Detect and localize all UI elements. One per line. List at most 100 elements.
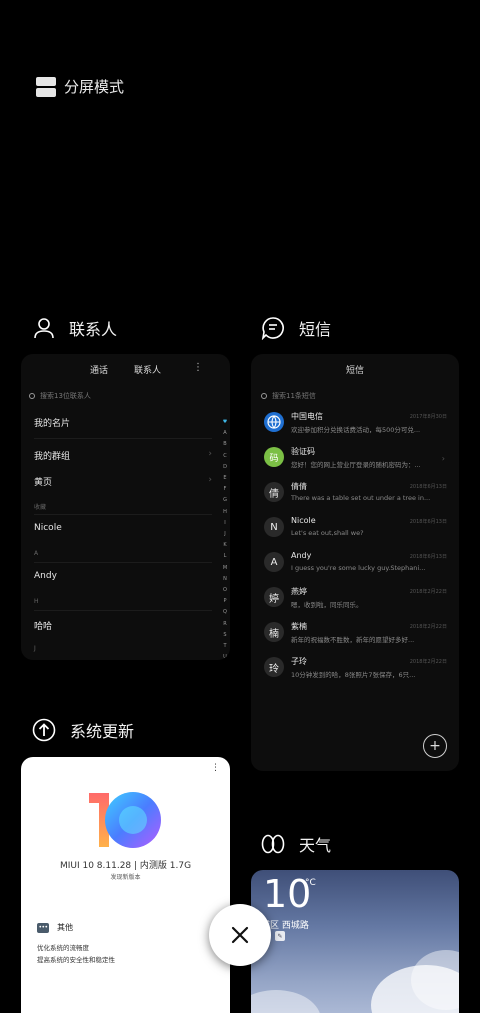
index-letter[interactable]: C [223,451,227,462]
message-sender: 倩倩 [291,482,307,491]
message-row[interactable]: 婷燕婷 2018年2月22日 嗯，收到啦，同乐同乐。 [251,584,459,618]
sms-title: 短信 [345,365,364,376]
divider [34,610,212,611]
search-icon [29,393,35,399]
message-row[interactable]: 码验证码 您好！您的网上营业厅登录的随机密码为：... › [251,444,459,478]
contact-row[interactable]: 哈哈 [34,619,52,632]
edit-pencil-icon[interactable]: ✎ [275,931,285,941]
ellipsis-icon: ••• [37,922,49,933]
split-screen-icon [36,76,56,97]
index-letter[interactable]: M [223,563,227,574]
weather-app-card[interactable]: 10 °C 城区 西城路 ✎ [251,870,459,1013]
index-letter[interactable]: J [224,529,225,540]
split-screen-button[interactable]: 分屏模式 [36,76,124,97]
message-row[interactable]: 中国电信 2017年8月30日 欢迎参加积分兑换话费活动，每500分可兑... [251,409,459,443]
split-screen-label: 分屏模式 [64,78,125,96]
avatar: 玲 [264,657,284,677]
close-x-icon [231,926,249,944]
sms-search-placeholder: 搜索11条短信 [272,392,316,400]
weather-infinity-icon [261,834,285,854]
message-preview: 10分钟发到的哈，8张照片7张保存，6只... [291,671,416,679]
index-letter[interactable]: E [223,473,226,484]
divider [34,562,212,563]
favorite-heart-icon[interactable]: ♥ [223,417,227,428]
section-saved: 收藏 [34,504,47,511]
tab-calls[interactable]: 通话 [90,363,108,376]
contacts-search-input[interactable]: 搜索13位联系人 [29,386,222,406]
index-letter[interactable]: A [223,428,226,439]
index-letter[interactable]: H [223,507,227,518]
update-app-name: 系统更新 [70,722,135,741]
section-letter: A [34,550,39,557]
person-icon [34,318,54,339]
index-letter[interactable]: G [223,495,227,506]
index-letter[interactable]: O [223,585,227,596]
section-letter: H [34,598,39,605]
message-bubble-icon [261,317,284,340]
divider [34,438,212,439]
message-time: 2018年2月22日 [409,624,447,630]
sms-app-card[interactable]: 短信 搜索11条短信 中国电信 2017年8月30日 欢迎参加积分兑换话费活动，每5… [251,354,459,771]
cloud-shape [251,990,321,1013]
contacts-app-card[interactable]: 通话 联系人 ⋮ 搜索13位联系人 我的名片 我的群组 › 黄页 › 收藏 Ni… [21,354,230,660]
section-letter: J [34,645,36,652]
sms-search-input[interactable]: 搜索11条短信 [261,386,449,406]
update-app-header[interactable]: 系统更新 [32,718,134,742]
index-letter[interactable]: I [224,518,225,529]
close-all-button[interactable] [209,904,271,966]
contacts-app-header[interactable]: 联系人 [33,316,117,340]
index-letter[interactable]: T [223,641,226,652]
globe-avatar-icon [264,412,284,432]
message-row[interactable]: 倩倩倩 2018年6月13日 There was a table set out u… [251,479,459,513]
contact-row[interactable]: Nicole [34,523,62,533]
miui-10-logo [89,792,161,848]
index-letter[interactable]: B [223,439,226,450]
index-letter[interactable]: D [223,462,227,473]
index-letter[interactable]: L [224,551,227,562]
weather-app-name: 天气 [299,836,332,855]
update-app-card[interactable]: ⋮ MIUI 10 8.11.28 | 内测版 1.7G 发现新版本 ••• 其… [21,757,230,1013]
update-change-item: 提高系统的安全性和稳定性 [37,956,115,964]
message-row[interactable]: 楠紫楠 2018年2月22日 新年的祝福数不胜数，新年的愿望好多好... [251,619,459,653]
search-icon [261,393,267,399]
more-menu-icon[interactable]: ⋮ [211,763,220,773]
tab-contacts[interactable]: 联系人 [134,363,161,376]
index-letter[interactable]: R [223,619,226,630]
compose-message-button[interactable]: + [423,734,447,758]
message-row[interactable]: N Nicole 2018年6月13日 Let's eat out,shall we? [251,514,459,548]
update-subtitle: 发现新版本 [110,874,141,881]
avatar: 码 [264,447,284,467]
message-row[interactable]: A Andy 2018年6月13日 I guess you're some lucky… [251,549,459,583]
message-time: 2018年6月13日 [409,484,447,490]
message-preview: 嗯，收到啦，同乐同乐。 [291,601,363,609]
contacts-app-name: 联系人 [69,320,118,339]
row-my-card[interactable]: 我的名片 [34,416,70,429]
message-sender: Andy [291,551,312,560]
message-time: 2018年2月22日 [409,659,447,665]
message-preview: There was a table set out under a tree i… [291,494,431,502]
index-letter[interactable]: Q [223,607,227,618]
weather-unit: °C [305,878,316,888]
row-yellow-pages[interactable]: 黄页 [34,475,52,488]
index-letter[interactable]: S [223,630,226,641]
row-my-groups[interactable]: 我的群组 [34,449,70,462]
index-letter[interactable]: F [224,484,227,495]
message-preview: I guess you're some lucky guy.Stephani..… [291,564,426,572]
message-preview: 您好！您的网上营业厅登录的随机密码为：... [291,461,421,469]
sms-app-header[interactable]: 短信 [261,316,331,340]
index-letter[interactable]: U [223,652,227,660]
update-section-other: ••• 其他 [37,922,73,933]
avatar: 楠 [264,622,284,642]
index-letter[interactable]: P [223,596,226,607]
index-letter[interactable]: K [223,540,226,551]
weather-app-header[interactable]: 天气 [261,832,331,856]
message-preview: Let's eat out,shall we? [291,529,364,537]
contact-row[interactable]: Andy [34,571,57,581]
avatar: 婷 [264,587,284,607]
more-menu-icon[interactable]: ⋮ [193,362,203,373]
message-preview: 新年的祝福数不胜数，新年的愿望好多好... [291,636,415,644]
update-change-item: 优化系统的流畅度 [37,944,89,952]
message-row[interactable]: 玲子玲 2018年2月22日 10分钟发到的哈，8张照片7张保存，6只... [251,654,459,688]
index-letter[interactable]: N [223,574,227,585]
alphabet-index[interactable]: ♥ A B C D E F G H I J K L M N O P Q R S … [221,417,229,660]
